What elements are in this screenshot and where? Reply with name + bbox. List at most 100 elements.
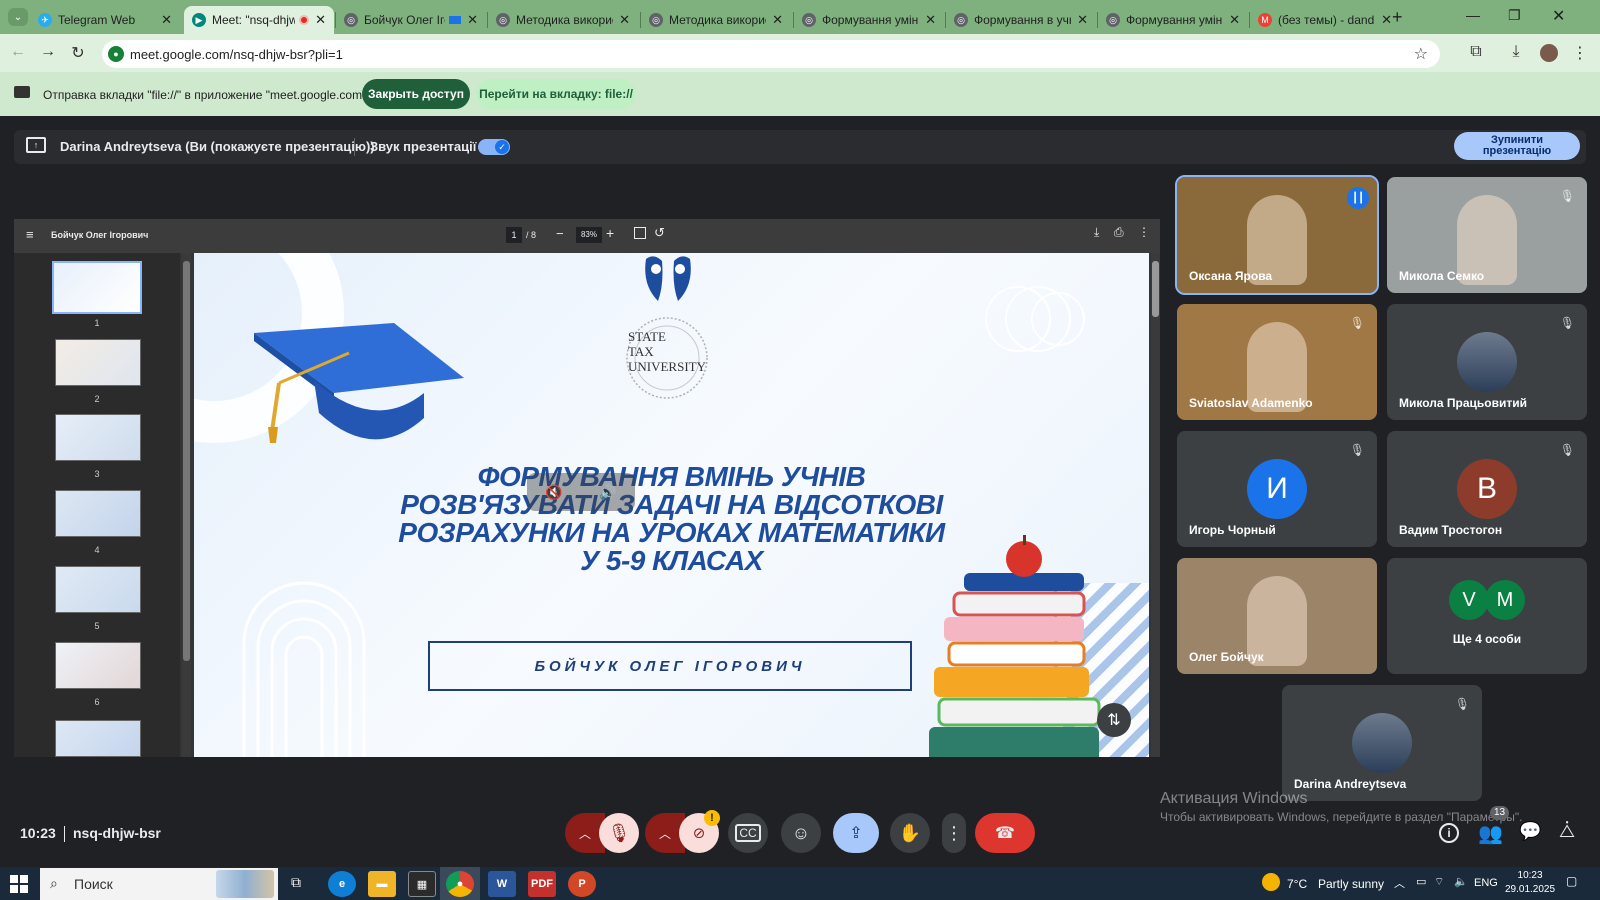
microphone-toggle[interactable]: 🎙	[599, 813, 639, 853]
forward-icon[interactable]: →	[36, 43, 60, 61]
participant-tile[interactable]: V M Ще 4 особи	[1387, 558, 1587, 674]
close-tab-icon[interactable]: ✕	[467, 12, 478, 28]
pdf-page-thumbnail[interactable]	[55, 566, 141, 613]
volume-tray-icon[interactable]: 🔈	[1454, 875, 1468, 888]
weather-temp[interactable]: 7°C	[1287, 877, 1307, 891]
reload-icon[interactable]: ↻	[66, 43, 90, 63]
address-bar[interactable]: ● meet.google.com/nsq-dhjw-bsr?pli=1 ☆	[102, 40, 1440, 68]
close-tab-icon[interactable]: ✕	[315, 12, 326, 28]
new-tab-button[interactable]: +	[1392, 7, 1403, 28]
print-icon[interactable]: ⎙	[1114, 225, 1124, 240]
browser-tab[interactable]: ◎ Бойчук Олег Ігор ✕	[336, 6, 486, 34]
activities-icon[interactable]: ⧊	[1559, 821, 1575, 842]
close-tab-icon[interactable]: ✕	[1381, 12, 1392, 28]
stop-presenting-button[interactable]: Зупинити презентацію	[1454, 132, 1580, 160]
tray-chevron-icon[interactable]: ︿	[1394, 875, 1405, 891]
web-icon: ◎	[1106, 13, 1120, 27]
participant-tile[interactable]: В Вадим Тростогон 🎙	[1387, 431, 1587, 547]
mute-icon[interactable]: 🔇	[545, 484, 562, 501]
tab-list-dropdown-icon[interactable]: ⌄	[8, 8, 28, 26]
pdf-page-thumbnail[interactable]	[55, 720, 141, 757]
browser-tab[interactable]: ▶ Meet: "nsq-dhjw- ✕	[184, 6, 334, 34]
participant-tile[interactable]: Darina Andreytseva 🎙	[1282, 685, 1482, 801]
zoom-out-icon[interactable]: −	[556, 226, 564, 241]
present-screen-button[interactable]: ⇪	[833, 813, 879, 853]
close-tab-icon[interactable]: ✕	[772, 12, 783, 28]
page-number-input[interactable]: 1	[506, 227, 522, 243]
pdf-app-icon[interactable]: PDF	[528, 871, 556, 897]
notification-center-icon[interactable]: ▢	[1566, 874, 1577, 888]
browser-tab[interactable]: ◎ Формування умінь у ✕	[1098, 6, 1248, 34]
browser-tab[interactable]: ◎ Формування в учнів ✕	[946, 6, 1096, 34]
people-icon[interactable]: 👥	[1478, 821, 1503, 846]
powerpoint-app-icon[interactable]: P	[568, 871, 596, 897]
chat-icon[interactable]: 💬	[1519, 821, 1541, 842]
task-view-icon[interactable]: ⧉	[291, 874, 301, 891]
profile-avatar[interactable]	[1540, 44, 1558, 62]
rotate-icon[interactable]: ↺	[654, 225, 665, 241]
word-app-icon[interactable]: W	[488, 871, 516, 897]
captions-button[interactable]: CC	[728, 813, 768, 853]
close-tab-icon[interactable]: ✕	[1229, 12, 1240, 28]
close-tab-icon[interactable]: ✕	[619, 12, 630, 28]
participant-tile[interactable]: Оксана Ярова ┃┃	[1175, 175, 1379, 295]
pdf-page-thumbnail[interactable]	[55, 414, 141, 461]
stop-sharing-button[interactable]: Закрыть доступ	[362, 79, 470, 109]
presentation-audio-toggle[interactable]: ✓	[478, 139, 510, 155]
volume-icon[interactable]: 🔊	[599, 484, 616, 501]
minimize-button[interactable]: —	[1466, 7, 1480, 23]
wifi-icon[interactable]: ⌔	[1434, 875, 1444, 889]
store-app-icon[interactable]: ▦	[408, 871, 436, 897]
raise-hand-button[interactable]: ✋	[890, 813, 930, 853]
chrome-app-icon[interactable]: ●	[446, 871, 474, 897]
switch-to-tab-button[interactable]: Перейти на вкладку: file://	[476, 79, 636, 109]
file-explorer-icon[interactable]: ▬	[368, 871, 396, 897]
site-info-icon[interactable]: ●	[108, 46, 124, 62]
participant-tile[interactable]: Микола Семко 🎙	[1387, 177, 1587, 293]
taskbar-search-box[interactable]: ⌕ Поиск	[40, 868, 278, 900]
weather-text[interactable]: Partly sunny	[1318, 877, 1384, 891]
browser-menu-icon[interactable]: ⋮	[1568, 43, 1592, 63]
windows-start-icon[interactable]	[10, 875, 28, 893]
swap-view-button[interactable]: ⇅	[1097, 703, 1131, 737]
participant-tile[interactable]: И Игорь Чорный 🎙	[1177, 431, 1377, 547]
close-tab-icon[interactable]: ✕	[925, 12, 936, 28]
pdf-page-thumbnail[interactable]	[52, 261, 142, 314]
participant-tile[interactable]: Микола Працьовитий 🎙	[1387, 304, 1587, 420]
extensions-icon[interactable]: ⧉	[1464, 43, 1488, 61]
participant-tile[interactable]: Sviatoslav Adamenko 🎙	[1177, 304, 1377, 420]
pdf-page-thumbnail[interactable]	[55, 490, 141, 537]
browser-tab[interactable]: ◎ Методика використ ✕	[488, 6, 638, 34]
network-icon[interactable]: ▭	[1416, 875, 1426, 888]
close-tab-icon[interactable]: ✕	[161, 12, 172, 28]
close-window-button[interactable]: ✕	[1552, 6, 1565, 26]
menu-icon[interactable]: ≡	[26, 227, 34, 242]
more-icon[interactable]: ⋮	[1138, 225, 1150, 239]
browser-tab[interactable]: M (без темы) - dandrey ✕	[1250, 6, 1400, 34]
browser-tab[interactable]: ◎ Методика використ ✕	[641, 6, 791, 34]
reactions-button[interactable]: ☺	[781, 813, 821, 853]
browser-tab[interactable]: ✈ Telegram Web ✕	[30, 6, 180, 34]
video-audio-overlay[interactable]: 🔇 🔊	[527, 473, 635, 511]
restore-button[interactable]: ❐	[1508, 7, 1521, 24]
meeting-details-icon[interactable]: i	[1439, 823, 1459, 843]
fit-page-icon[interactable]	[634, 227, 646, 239]
downloads-icon[interactable]: ⤓	[1504, 43, 1528, 61]
close-tab-icon[interactable]: ✕	[1077, 12, 1088, 28]
participant-tile[interactable]: Олег Бойчук	[1177, 558, 1377, 674]
edge-app-icon[interactable]: e	[328, 871, 356, 897]
thumbnail-scrollbar[interactable]	[182, 253, 191, 757]
browser-tab[interactable]: ◎ Формування умінь у ✕	[794, 6, 944, 34]
pdf-page-thumbnail[interactable]	[55, 339, 141, 386]
slide-scrollbar[interactable]	[1151, 253, 1160, 757]
download-icon[interactable]: ⤓	[1094, 225, 1099, 240]
zoom-level[interactable]: 83%	[576, 227, 602, 243]
zoom-in-icon[interactable]: +	[606, 225, 614, 241]
more-options-button[interactable]: ⋮	[942, 813, 966, 853]
bookmark-star-icon[interactable]: ☆	[1414, 44, 1428, 64]
input-language[interactable]: ENG	[1474, 877, 1498, 889]
pdf-page-thumbnail[interactable]	[55, 642, 141, 689]
leave-call-button[interactable]: ☎	[975, 813, 1035, 853]
back-icon[interactable]: ←	[6, 43, 30, 61]
clock[interactable]: 10:23 29.01.2025	[1505, 869, 1555, 897]
